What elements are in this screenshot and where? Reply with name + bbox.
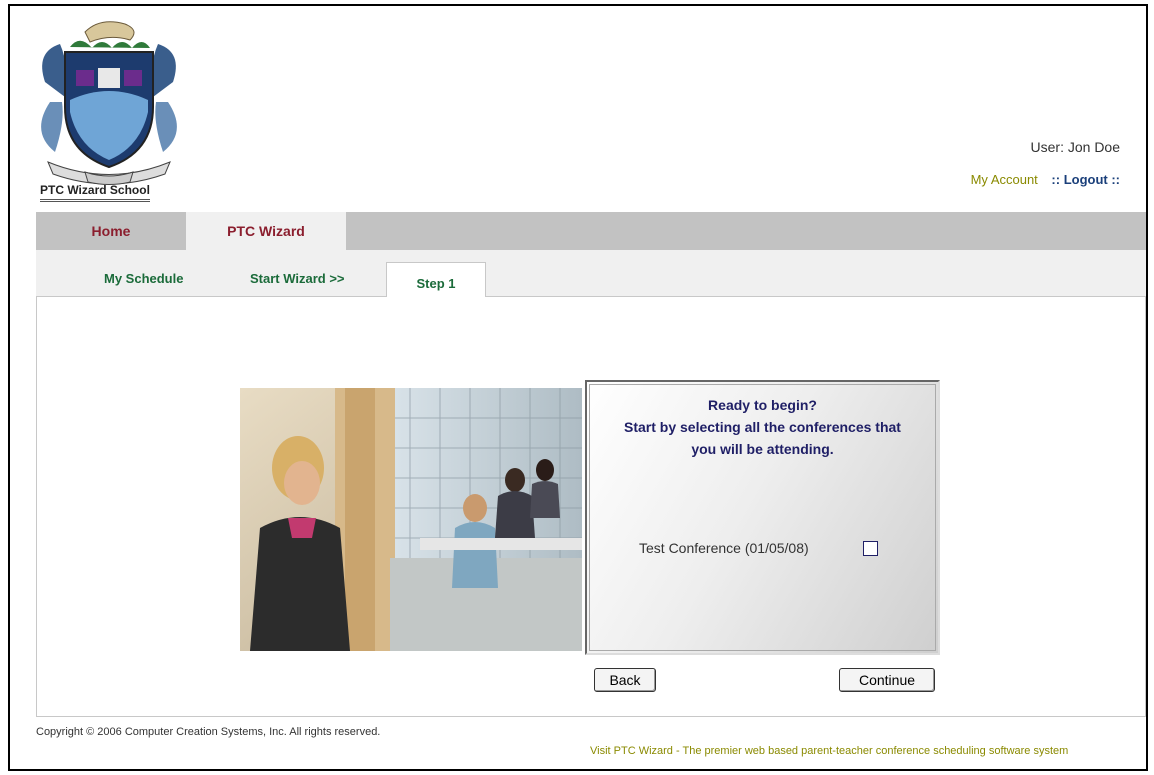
tab-ptc-wizard[interactable]: PTC Wizard (186, 212, 346, 250)
back-button[interactable]: Back (594, 668, 656, 692)
logout-link[interactable]: :: Logout :: (1051, 172, 1120, 187)
tab-home[interactable]: Home (36, 212, 186, 250)
panel-instruction-line-2: you will be attending. (691, 441, 834, 457)
conference-label: Test Conference (01/05/08) (639, 540, 809, 556)
subtab-start-wizard[interactable]: Start Wizard >> (250, 250, 345, 296)
my-account-link[interactable]: My Account (971, 172, 1038, 187)
classroom-photo (240, 388, 582, 651)
copyright-text: Copyright © 2006 Computer Creation Syste… (36, 726, 381, 738)
sub-tab-bar: My Schedule Start Wizard >> Step 1 (36, 250, 1146, 298)
subtab-my-schedule[interactable]: My Schedule (104, 250, 183, 296)
continue-button[interactable]: Continue (839, 668, 935, 692)
panel-instruction-line-1: Start by selecting all the conferences t… (624, 419, 901, 435)
school-name: PTC Wizard School (40, 183, 150, 202)
conference-selection-panel: Ready to begin? Start by selecting all t… (585, 380, 940, 655)
conference-checkbox[interactable] (863, 541, 878, 556)
account-links: My Account :: Logout :: (971, 172, 1120, 187)
ptc-wizard-footer-link[interactable]: Visit PTC Wizard - The premier web based… (590, 745, 1068, 757)
school-crest-icon (30, 12, 188, 202)
panel-heading: Ready to begin? (708, 397, 817, 413)
subtab-step-1[interactable]: Step 1 (386, 262, 486, 298)
user-label: User: Jon Doe (1030, 139, 1120, 155)
main-tab-bar: Home PTC Wizard (36, 212, 1146, 250)
